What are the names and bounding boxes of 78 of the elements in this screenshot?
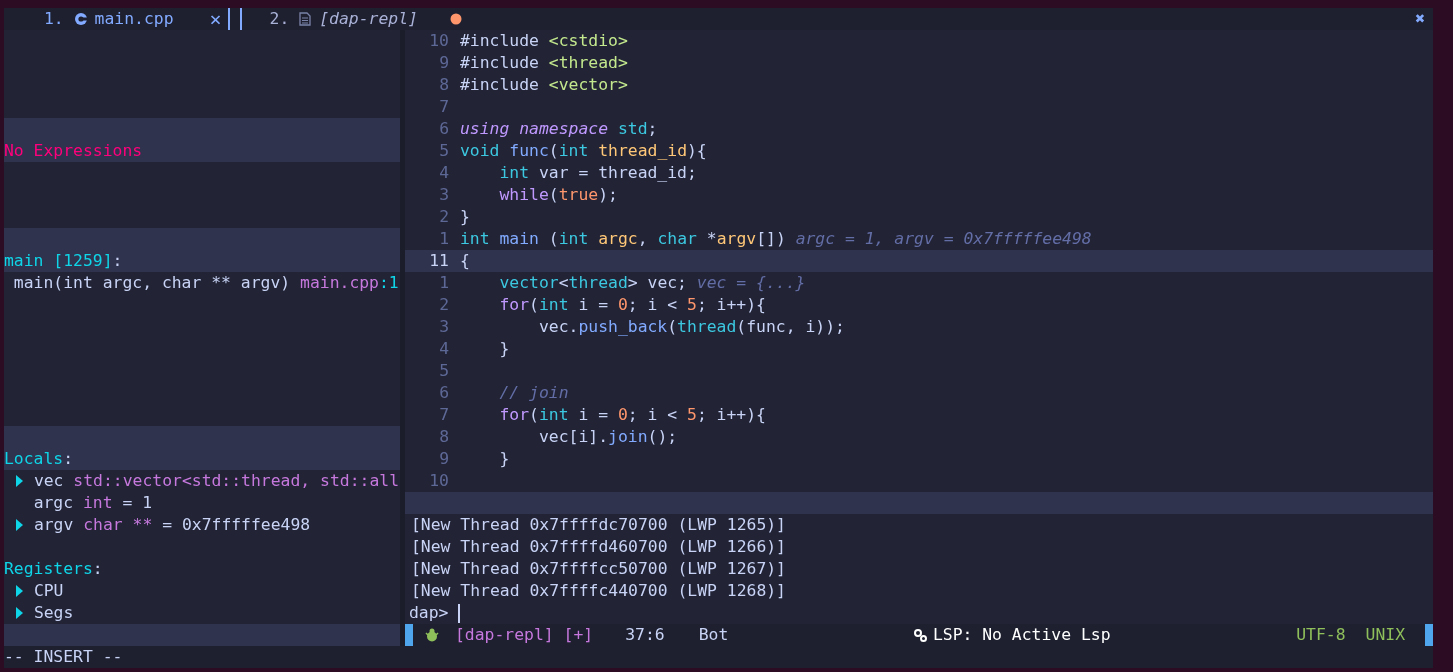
code-line: #include <vector> (460, 74, 628, 96)
mode-block (405, 624, 413, 646)
editor-tab[interactable]: 2. [dap-repl] (241, 8, 462, 30)
code-line: } (460, 206, 470, 228)
variable-entry[interactable]: argc int = 1 (33, 492, 153, 514)
code-line: } (498, 448, 510, 470)
code-line: { (460, 250, 470, 272)
line-number: 9 (438, 448, 450, 470)
bug-icon (425, 628, 439, 642)
variable-entry[interactable]: Segs (33, 602, 74, 624)
editor-tab[interactable]: 1. main.cpp × (4, 8, 242, 30)
variable-entry[interactable]: vec std::vector<std::thread, std::all (33, 470, 399, 492)
line-number: 1 (438, 228, 450, 250)
repl-output: [New Thread 0x7ffffcc50700 (LWP 1267)] (411, 558, 786, 580)
line-number: 6 (438, 118, 450, 140)
close-icon[interactable]: ✖ (1415, 8, 1425, 30)
line-number: 10 (428, 470, 450, 492)
line-number: 6 (438, 382, 450, 404)
line-number: 8 (438, 426, 450, 448)
line-number: 8 (438, 74, 450, 96)
mode-indicator: -- INSERT -- (4, 647, 123, 666)
modified-dot-icon (449, 13, 462, 25)
code-line: vec[i].join(); (537, 426, 678, 448)
expand-arrow-icon[interactable] (13, 584, 24, 598)
code-line: // join (498, 382, 569, 404)
panel-text: main [1259]: (4, 250, 123, 272)
expand-arrow-icon[interactable] (13, 474, 24, 488)
code-line: for(int i = 0; i < 5; i++){ (498, 294, 766, 316)
line-number: 2 (438, 294, 450, 316)
line-number: 7 (438, 96, 450, 118)
variable-entry[interactable]: CPU (33, 580, 64, 602)
line-number: 4 (438, 338, 450, 360)
panel-text: Registers: (4, 558, 103, 580)
line-number: 10 (428, 30, 450, 52)
line-number: 7 (438, 404, 450, 426)
repl-output: [New Thread 0x7ffffd460700 (LWP 1266)] (411, 536, 786, 558)
repl-prompt: dap> (409, 602, 450, 624)
file-encoding: UTF-8 (1296, 624, 1346, 646)
line-number: 9 (438, 52, 450, 74)
code-line: } (498, 338, 510, 360)
code-line: #include <cstdio> (460, 30, 628, 52)
line-number: 5 (438, 140, 450, 162)
expand-arrow-icon[interactable] (13, 606, 24, 620)
line-number: 3 (438, 316, 450, 338)
code-line: int var = thread_id; (498, 162, 697, 184)
cpp-file-icon (73, 12, 88, 26)
repl-output: [New Thread 0x7ffffc440700 (LWP 1268)] (411, 580, 786, 602)
line-number: 3 (438, 184, 450, 206)
expand-arrow-icon[interactable] (13, 518, 24, 532)
text-cursor (458, 603, 460, 623)
gears-icon (913, 628, 927, 642)
stack-frame[interactable]: main(int argc, char ** argv) main.cpp:1 (13, 272, 399, 294)
tab-separator (227, 8, 242, 30)
line-number: 1 (438, 272, 450, 294)
buffer-name: [dap-repl] [+] (455, 624, 594, 646)
variable-entry[interactable]: argv char ** = 0x7fffffee498 (33, 514, 311, 536)
cursor-position: 37:6 (625, 624, 665, 646)
code-line: #include <thread> (460, 52, 628, 74)
lsp-status: LSP: No Active Lsp (932, 624, 1111, 646)
panel-text: No Expressions (4, 140, 143, 162)
code-line: vector<thread> vec; vec = {...} (498, 272, 806, 294)
line-number: 5 (438, 360, 450, 382)
code-line: void func(int thread_id){ (460, 140, 707, 162)
close-tab-icon[interactable]: × (209, 8, 222, 30)
panel-text: Locals: (4, 448, 74, 470)
mode-block (1425, 624, 1433, 646)
code-line: for(int i = 0; i < 5; i++){ (498, 404, 766, 426)
code-line: int main (int argc, char *argv[]) argc = 1, argv = 0x7fffffee498 (460, 228, 1092, 250)
repl-output: [New Thread 0x7ffffdc70700 (LWP 1265)] (411, 514, 786, 536)
code-line: using namespace std; (460, 118, 658, 140)
document-icon (299, 12, 312, 26)
line-number: 11 (428, 250, 450, 272)
line-number: 4 (438, 162, 450, 184)
scroll-position: Bot (698, 624, 729, 646)
code-line: while(true); (498, 184, 618, 206)
line-number: 2 (438, 206, 450, 228)
file-format: UNIX (1365, 624, 1405, 646)
code-line: vec.push_back(thread(func, i)); (537, 316, 845, 338)
